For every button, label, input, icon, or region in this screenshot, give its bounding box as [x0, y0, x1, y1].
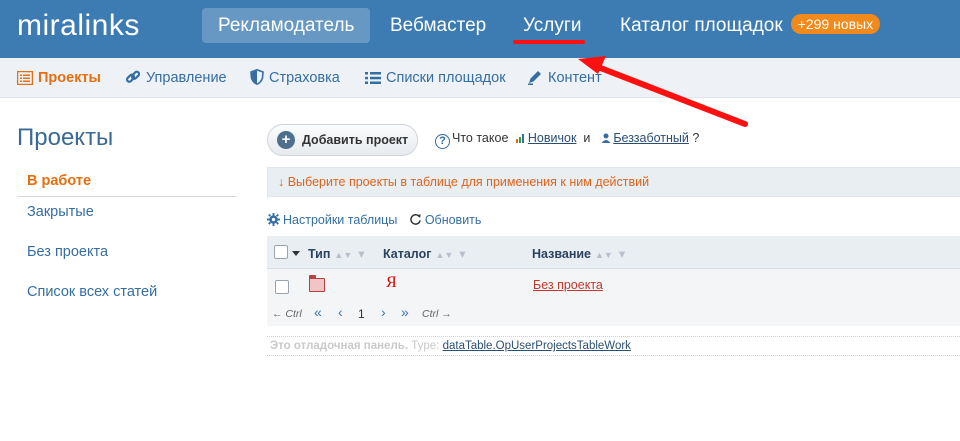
bar-chart-icon: [515, 132, 526, 146]
column-catalog-label: Каталог: [383, 247, 432, 261]
sidebar-item-no-project[interactable]: Без проекта: [27, 244, 108, 260]
subnav-projects[interactable]: Проекты: [16, 68, 101, 91]
column-name[interactable]: Название ▲▼ ▾: [532, 246, 625, 261]
yandex-icon: Я: [386, 274, 397, 291]
sidebar-item-in-progress[interactable]: В работе: [27, 173, 91, 189]
prev-ctrl-hint: ← Ctrl: [272, 308, 302, 320]
novice-link[interactable]: Новичок: [528, 131, 577, 145]
sort-icon[interactable]: ▲▼: [595, 250, 613, 260]
next-ctrl-hint: Ctrl →: [422, 308, 452, 320]
row-checkbox[interactable]: [275, 280, 289, 294]
help-text: ? Что такое Новичок и Беззаботный ?: [435, 131, 699, 149]
column-catalog[interactable]: Каталог ▲▼ ▾: [383, 246, 466, 261]
gear-icon: [267, 213, 280, 229]
question-icon[interactable]: ?: [435, 134, 450, 149]
logo[interactable]: miralinks: [17, 9, 140, 43]
subnav-site-lists[interactable]: Списки площадок: [365, 68, 506, 88]
table-tools: Настройки таблицы Обновить: [267, 213, 489, 229]
subnav-management[interactable]: Управление: [125, 68, 227, 88]
subnav-projects-label: Проекты: [38, 70, 101, 86]
plus-icon: +: [277, 131, 295, 149]
table-settings-button[interactable]: Настройки таблицы: [267, 213, 397, 227]
topnav-catalog-label: Каталог площадок: [620, 15, 783, 36]
refresh-icon: [409, 213, 422, 229]
first-page-button[interactable]: «: [314, 304, 322, 320]
pagination: ← Ctrl « ‹ 1 › » Ctrl →: [267, 302, 960, 326]
subnav-management-label: Управление: [146, 70, 227, 86]
topnav-webmaster[interactable]: Вебмастер: [374, 8, 502, 43]
help-conjunction: и: [583, 131, 591, 145]
select-all-checkbox[interactable]: [274, 245, 288, 259]
sub-navigation: Проекты Управление Страховка Списки площ…: [0, 58, 960, 98]
shield-icon: [250, 68, 264, 91]
refresh-button[interactable]: Обновить: [409, 213, 482, 229]
current-page: 1: [358, 307, 365, 321]
last-page-button[interactable]: »: [401, 304, 409, 320]
filter-icon[interactable]: ▾: [459, 247, 465, 261]
user-icon: [601, 132, 611, 146]
top-header: miralinks Рекламодатель Вебмастер Услуги…: [0, 0, 960, 58]
topnav-catalog[interactable]: Каталог площадок +299 новых: [604, 8, 896, 43]
refresh-label: Обновить: [424, 213, 482, 227]
annotation-underline: [513, 40, 585, 44]
select-menu-caret-icon[interactable]: [292, 251, 300, 256]
list-icon: [16, 70, 34, 91]
column-name-label: Название: [532, 247, 592, 261]
bullet-list-icon: [365, 71, 381, 91]
page-title: Проекты: [17, 124, 114, 151]
subnav-site-lists-label: Списки площадок: [386, 70, 506, 86]
add-project-label: Добавить проект: [302, 133, 409, 147]
debug-type-label: Type:: [411, 340, 440, 352]
column-type[interactable]: Тип ▲▼ ▾: [308, 246, 365, 261]
add-project-button[interactable]: + Добавить проект: [267, 124, 418, 156]
project-name-link[interactable]: Без проекта: [533, 278, 603, 292]
sidebar-item-closed[interactable]: Закрытые: [27, 204, 94, 220]
prev-page-button[interactable]: ‹: [338, 304, 343, 320]
filter-icon[interactable]: ▾: [619, 247, 625, 261]
debug-label: Это отладочная панель.: [270, 340, 409, 352]
table-row[interactable]: [267, 269, 960, 302]
debug-panel: Это отладочная панель. Type: dataTable.O…: [267, 336, 960, 356]
sort-icon[interactable]: ▲▼: [334, 250, 352, 260]
topnav-advertiser[interactable]: Рекламодатель: [202, 8, 371, 43]
debug-type-link[interactable]: dataTable.OpUserProjectsTableWork: [443, 340, 631, 352]
link-icon: [125, 69, 141, 91]
sidebar-divider: [17, 196, 237, 197]
table-settings-label: Настройки таблицы: [283, 213, 398, 227]
filter-icon[interactable]: ▾: [358, 247, 364, 261]
sidebar-item-all-articles[interactable]: Список всех статей: [27, 284, 157, 300]
subnav-insurance-label: Страховка: [269, 70, 340, 86]
pen-icon: [527, 69, 543, 91]
help-suffix: ?: [692, 131, 700, 145]
topnav-services[interactable]: Услуги: [507, 8, 597, 43]
subnav-content[interactable]: Контент: [527, 68, 602, 88]
new-sites-badge: +299 новых: [790, 14, 881, 34]
subnav-content-label: Контент: [548, 70, 602, 86]
carefree-link[interactable]: Беззаботный: [613, 131, 689, 145]
column-type-label: Тип: [308, 247, 331, 261]
folder-icon: [309, 275, 325, 292]
help-prefix: Что такое: [452, 131, 509, 145]
sort-icon[interactable]: ▲▼: [435, 250, 453, 260]
next-page-button[interactable]: ›: [381, 304, 386, 320]
selection-notice: ↓ Выберите проекты в таблице для примене…: [267, 167, 960, 197]
subnav-insurance[interactable]: Страховка: [250, 68, 340, 88]
